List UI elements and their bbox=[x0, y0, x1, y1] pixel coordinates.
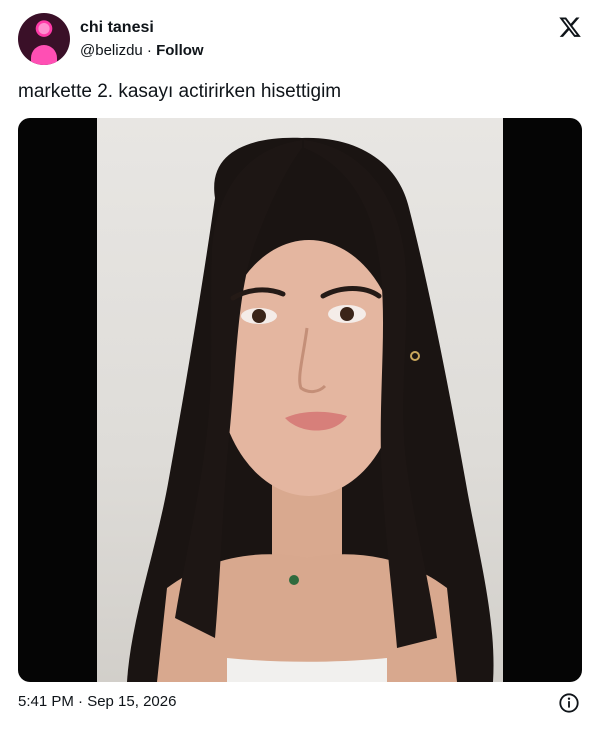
separator: · bbox=[142, 42, 157, 59]
avatar[interactable] bbox=[18, 13, 70, 65]
photo bbox=[97, 118, 503, 682]
follow-button[interactable]: Follow bbox=[156, 42, 204, 59]
tweet-media[interactable] bbox=[18, 118, 582, 682]
handle[interactable]: @belizdu bbox=[80, 42, 143, 59]
tweet-timestamp[interactable]: 5:41 PM · Sep 15, 2026 bbox=[18, 693, 176, 710]
x-logo-icon[interactable] bbox=[558, 15, 582, 39]
display-name[interactable]: chi tanesi bbox=[80, 19, 154, 37]
tweet-header: chi tanesi @belizdu · Follow bbox=[18, 13, 584, 65]
photo-illustration bbox=[127, 137, 494, 682]
handle-line: @belizdu · Follow bbox=[80, 42, 204, 59]
tweet-text: markette 2. kasayı actirirken hisettigim bbox=[18, 81, 342, 102]
info-icon[interactable] bbox=[558, 692, 580, 714]
